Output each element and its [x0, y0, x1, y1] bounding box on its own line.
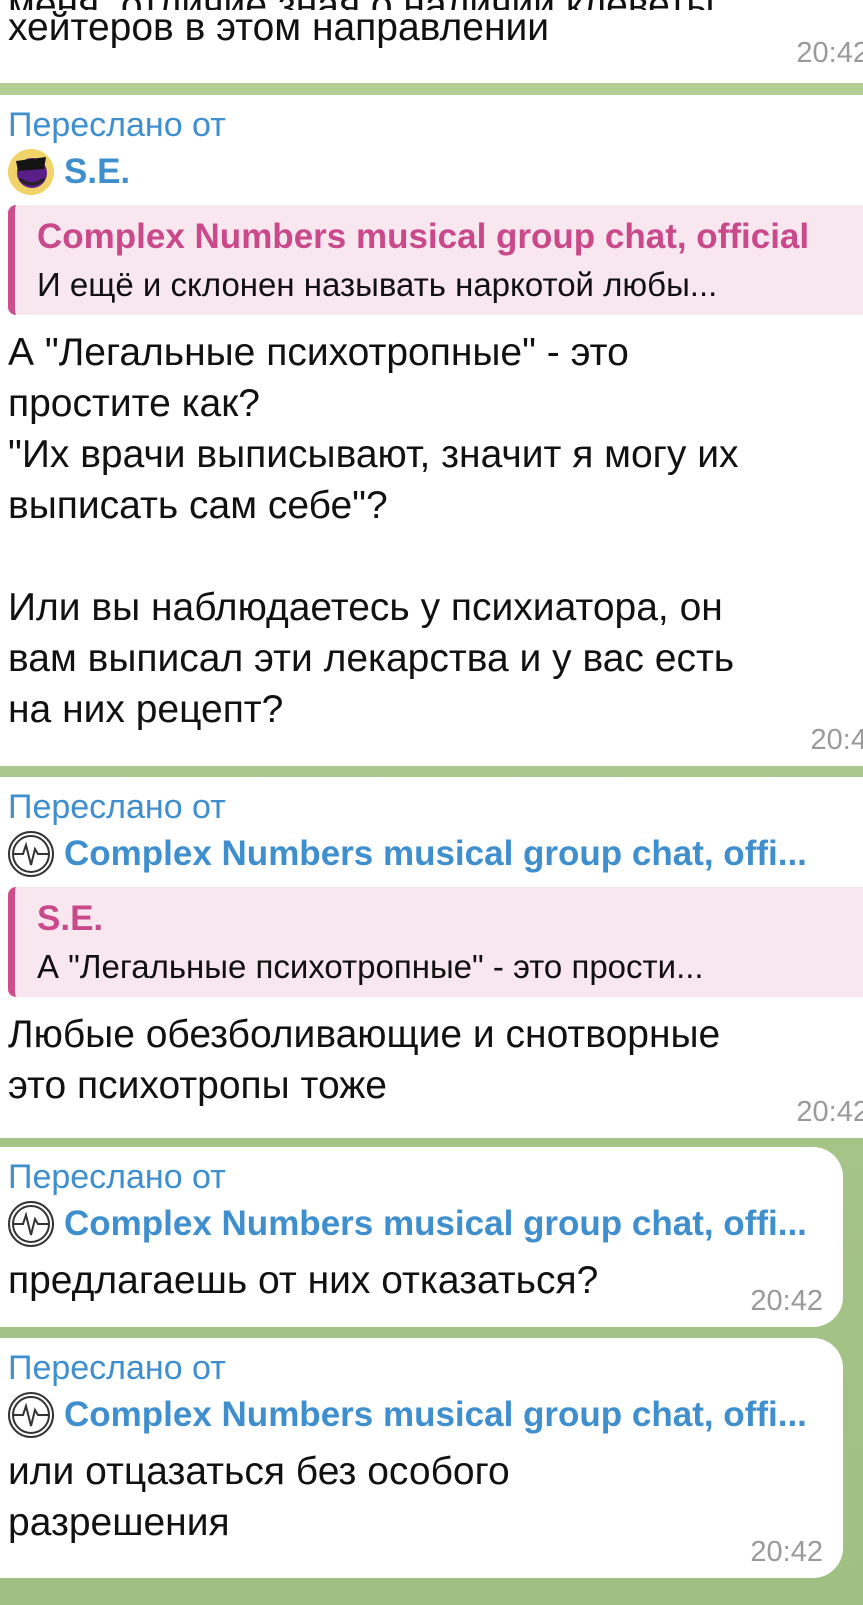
message-bubble[interactable]: Переслано от Complex Numbers musical gro… [0, 1338, 843, 1578]
message-bubble[interactable]: Переслано от Complex Numbers musical gro… [0, 777, 863, 1138]
forwarded-source-name[interactable]: Complex Numbers musical group chat, offi… [64, 1392, 807, 1438]
forwarded-label: Переслано от [8, 1349, 226, 1387]
reply-author: Complex Numbers musical group chat, offi… [37, 217, 810, 256]
reply-quote[interactable]: S.E. А "Легальные психотропные" - это пр… [8, 887, 863, 997]
message-text: или отцазаться без особого разрешения [8, 1450, 510, 1544]
reply-quote[interactable]: Complex Numbers musical group chat, offi… [8, 205, 863, 315]
message-time: 20:42 [796, 1096, 863, 1128]
message-text: Любые обезболивающие и снотворные это пс… [8, 1013, 721, 1107]
group-avatar[interactable] [8, 1201, 54, 1247]
message-time: 20:42 [750, 1536, 823, 1568]
reply-author: S.E. [37, 899, 104, 938]
forwarded-label: Переслано от [8, 788, 226, 826]
forwarded-source[interactable]: S.E. [8, 149, 863, 195]
reply-text: И ещё и склонен называть наркотой любы..… [37, 266, 718, 303]
forwarded-label: Переслано от [8, 1158, 226, 1196]
complex-numbers-logo-icon [12, 835, 50, 873]
group-avatar[interactable] [8, 1392, 54, 1438]
message-text: хейтеров в этом направлении [8, 6, 550, 49]
user-avatar[interactable] [8, 149, 54, 195]
message-bubble[interactable]: Переслано от Complex Numbers musical gro… [0, 1147, 843, 1327]
message-bubble[interactable]: Переслано от S.E. Complex Numbers musica… [0, 95, 863, 766]
complex-numbers-logo-icon [12, 1396, 50, 1434]
message-bubble[interactable]: меня, отличие зная о наличии клеветы хей… [0, 0, 863, 83]
forwarded-source-name[interactable]: Complex Numbers musical group chat, offi… [64, 1201, 807, 1247]
forwarded-source[interactable]: Complex Numbers musical group chat, offi… [8, 1201, 843, 1247]
message-text: предлагаешь от них отказаться? [8, 1259, 599, 1302]
chat-history: меня, отличие зная о наличии клеветы хей… [0, 0, 863, 1605]
forwarded-source[interactable]: Complex Numbers musical group chat, offi… [8, 831, 863, 877]
forwarded-source[interactable]: Complex Numbers musical group chat, offi… [8, 1392, 843, 1438]
message-time: 20:4 [810, 724, 863, 756]
forwarded-source-name[interactable]: Complex Numbers musical group chat, offi… [64, 831, 807, 877]
forwarded-label: Переслано от [8, 106, 226, 144]
complex-numbers-logo-icon [12, 1205, 50, 1243]
reply-text: А "Легальные психотропные" - это прости.… [37, 948, 704, 985]
message-time: 20:42 [750, 1285, 823, 1317]
message-time: 20:42 [796, 37, 863, 69]
avatar-image-icon [8, 149, 54, 195]
forwarded-source-name[interactable]: S.E. [64, 149, 130, 195]
message-text: А "Легальные психотропные" - это простит… [8, 331, 739, 731]
group-avatar[interactable] [8, 831, 54, 877]
